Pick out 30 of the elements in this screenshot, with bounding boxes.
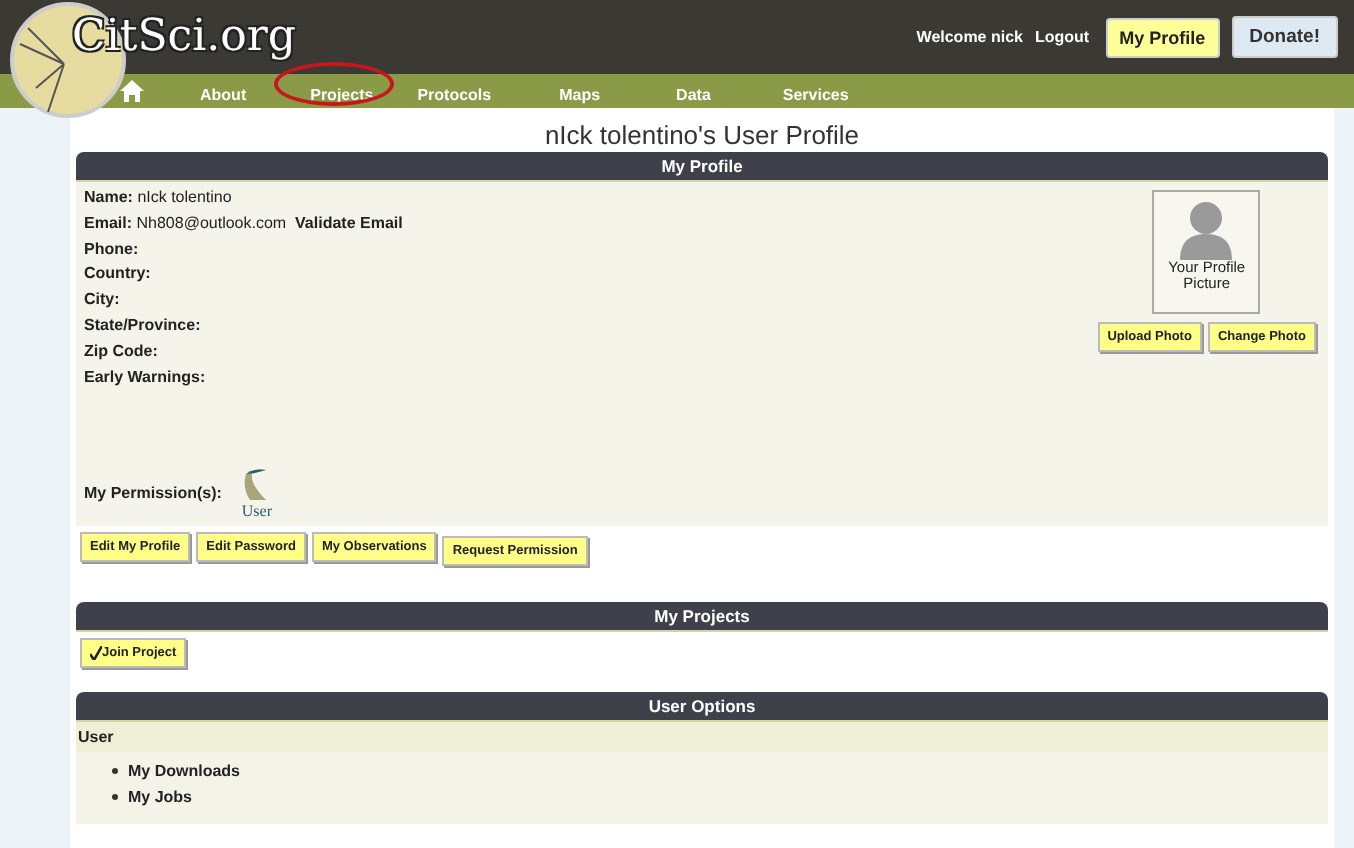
logout-link[interactable]: Logout xyxy=(1035,28,1090,46)
welcome-text: Welcome nick xyxy=(916,28,1023,46)
bird-icon xyxy=(242,468,271,502)
field-label: Email: xyxy=(84,213,133,232)
field-label: Early Warnings: xyxy=(84,367,206,386)
person-silhouette-icon xyxy=(1180,200,1233,260)
bullet-icon xyxy=(112,794,118,800)
section-header: My Profile xyxy=(76,152,1328,182)
home-icon[interactable] xyxy=(120,80,144,102)
field-label: Country: xyxy=(84,264,151,283)
option-link[interactable]: My Downloads xyxy=(128,762,241,780)
field-label: Name: xyxy=(84,188,133,206)
bullet-icon xyxy=(112,768,118,774)
validate-email-link[interactable]: Validate Email xyxy=(295,213,403,232)
field-value: Nh808@outlook.com xyxy=(136,213,287,232)
section-header: User Options xyxy=(76,692,1328,722)
page-title: nIck tolentino's User Profile xyxy=(542,120,862,152)
donate-button[interactable]: Donate! xyxy=(1231,16,1338,58)
permissions-label: My Permission(s): xyxy=(84,484,222,502)
section-header: My Projects xyxy=(76,602,1328,632)
field-value: nIck tolentino xyxy=(137,188,232,206)
field-label: State/Province: xyxy=(84,315,201,334)
group-label: User xyxy=(76,722,1328,752)
option-link[interactable]: My Jobs xyxy=(128,788,193,806)
field-label: City: xyxy=(84,290,120,309)
my-profile-button[interactable]: My Profile xyxy=(1105,17,1220,57)
checkmark-icon xyxy=(90,646,102,660)
permission-text: User xyxy=(241,502,273,520)
field-label: Phone: xyxy=(84,239,139,258)
field-label: Zip Code: xyxy=(84,341,158,360)
